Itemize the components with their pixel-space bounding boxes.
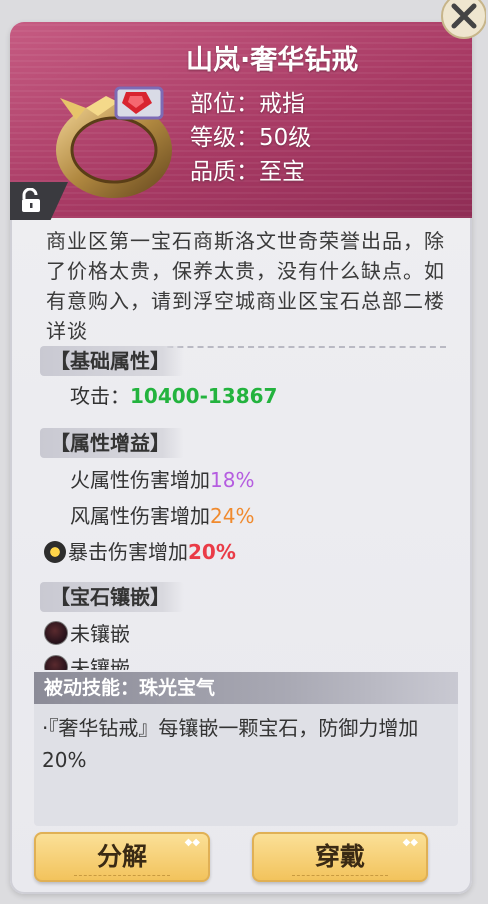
item-description: 商业区第一宝石商斯洛文世奇荣誉出品，除了价格太贵，保养太贵，没有什么缺点。如有意…: [46, 229, 445, 343]
passive-skill-panel: 被动技能：珠光宝气 ·『奢华钻戒』每镶嵌一颗宝石，防御力增加20%: [34, 672, 458, 826]
bonus-value: 24%: [210, 504, 255, 528]
ring-icon: [56, 86, 172, 198]
item-quality: 品质：至宝: [190, 159, 305, 185]
button-underline: [292, 875, 388, 876]
decompose-button[interactable]: 分解 ◆◆: [34, 832, 210, 882]
equip-label: 穿戴: [314, 842, 365, 871]
decompose-label: 分解: [96, 842, 147, 871]
section-base-attributes: 【基础属性】: [40, 346, 184, 376]
section-gem-socket: 【宝石镶嵌】: [40, 582, 184, 612]
item-level: 等级：50级: [190, 125, 312, 151]
passive-skill-text: ·『奢华钻戒』每镶嵌一颗宝石，防御力增加20%: [42, 716, 419, 772]
bonus-label: 暴击伤害增加: [68, 540, 188, 564]
empty-socket-icon: [44, 655, 68, 670]
gem-slot-label: 未镶嵌: [70, 656, 130, 670]
item-detail-card: 山岚·奢华钻戒 部位：戒指 等级：50级 品质：至宝 商业区第一宝石商斯洛文世奇…: [10, 22, 472, 894]
equip-button[interactable]: 穿戴 ◆◆: [252, 832, 428, 882]
gem-slot-label: 未镶嵌: [70, 622, 130, 646]
item-name: 山岚·奢华钻戒: [186, 45, 359, 76]
bonus-label: 风属性伤害增加: [70, 504, 210, 528]
gem-slot[interactable]: 未镶嵌: [44, 652, 130, 670]
attack-value: 10400-13867: [130, 384, 278, 408]
bonus-row-fire: 火属性伤害增加18%: [70, 464, 254, 493]
attack-label: 攻击：: [70, 384, 130, 408]
section-bonus-attributes: 【属性增益】: [40, 428, 184, 458]
gem-slot[interactable]: 未镶嵌: [44, 618, 130, 647]
sparkle-icon: ◆◆: [402, 837, 418, 848]
passive-skill-title: 被动技能：珠光宝气: [34, 672, 458, 704]
button-underline: [74, 875, 170, 876]
crit-star-icon: [44, 541, 66, 563]
bonus-value: 18%: [210, 468, 255, 492]
attack-row: 攻击：10400-13867: [70, 380, 277, 409]
bonus-label: 火属性伤害增加: [70, 468, 210, 492]
bonus-row-crit: 暴击伤害增加20%: [44, 536, 236, 565]
close-icon[interactable]: [436, 0, 486, 40]
bonus-value: 20%: [188, 540, 236, 564]
empty-socket-icon: [44, 621, 68, 645]
lock-icon: [22, 188, 40, 212]
bonus-row-wind: 风属性伤害增加24%: [70, 500, 254, 529]
item-slot: 部位：戒指: [190, 91, 305, 117]
sparkle-icon: ◆◆: [184, 837, 200, 848]
